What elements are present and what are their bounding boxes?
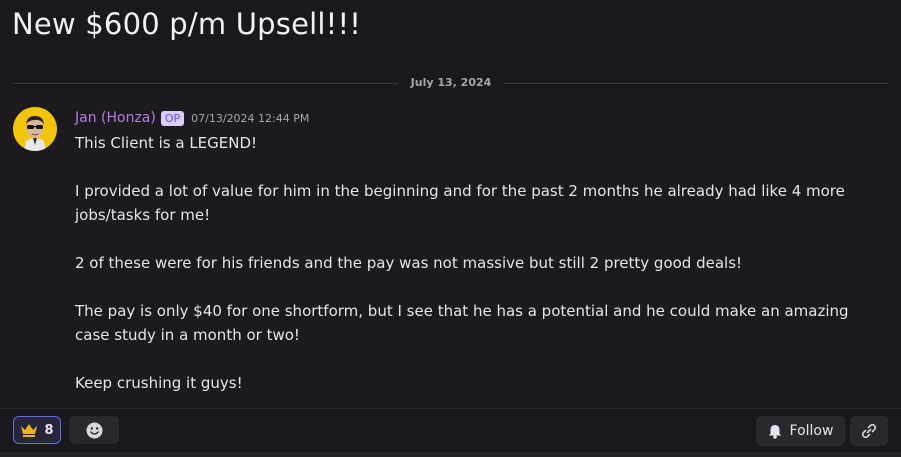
message-body: This Client is a LEGEND! I provided a lo…	[75, 131, 855, 395]
bottom-edge	[0, 452, 901, 457]
bell-icon	[768, 424, 781, 439]
message-paragraph: This Client is a LEGEND!	[75, 134, 258, 152]
date-divider: July 13, 2024	[12, 72, 888, 94]
message-timestamp: 07/13/2024 12:44 PM	[191, 111, 310, 125]
message-footer: 8 Follow	[0, 408, 901, 453]
follow-label: Follow	[789, 423, 834, 439]
add-reaction-button[interactable]	[69, 416, 119, 444]
crown-icon	[21, 424, 38, 437]
follow-button[interactable]: Follow	[756, 416, 845, 446]
author-name[interactable]: Jan (Honza)	[75, 110, 156, 126]
crown-reaction-button[interactable]: 8	[13, 416, 61, 444]
link-icon	[861, 423, 877, 439]
message-paragraph: Keep crushing it guys!	[75, 374, 243, 392]
divider-line-left	[12, 83, 398, 84]
copy-link-button[interactable]	[850, 416, 888, 446]
op-badge: OP	[160, 110, 185, 126]
divider-line-right	[504, 83, 888, 84]
divider-date: July 13, 2024	[410, 76, 492, 89]
message-paragraph: The pay is only $40 for one shortform, b…	[75, 302, 849, 344]
avatar[interactable]	[13, 107, 57, 151]
message-paragraph: I provided a lot of value for him in the…	[75, 182, 845, 224]
thread-title: New $600 p/m Upsell!!!	[12, 7, 362, 41]
smiley-icon	[86, 422, 102, 438]
message-paragraph: 2 of these were for his friends and the …	[75, 254, 743, 272]
avatar-sunglasses-icon	[13, 107, 57, 151]
reaction-count: 8	[44, 422, 54, 438]
message-header: Jan (Honza) OP 07/13/2024 12:44 PM	[75, 108, 309, 128]
